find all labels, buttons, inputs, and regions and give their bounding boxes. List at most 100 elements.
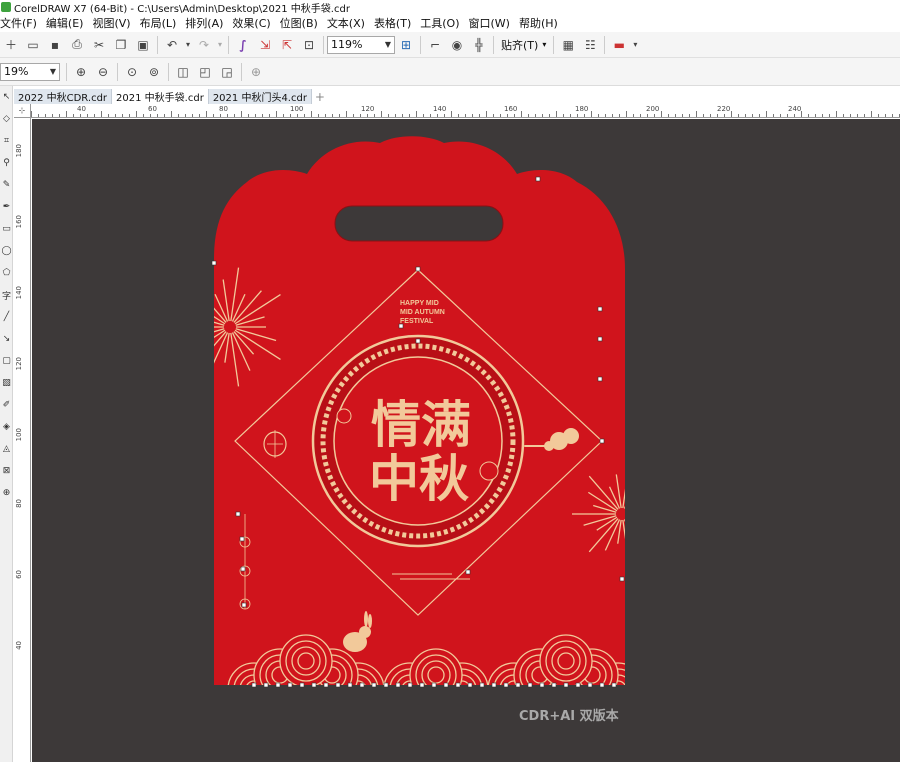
selection-node[interactable] (287, 682, 293, 688)
selection-node[interactable] (479, 682, 485, 688)
redo-dropdown-icon[interactable]: ▾ (215, 34, 225, 56)
selection-node[interactable] (465, 569, 471, 575)
menu-table[interactable]: 表格(T) (374, 15, 420, 31)
rectangle-tool-icon[interactable]: ▭ (0, 218, 13, 240)
selection-node[interactable] (455, 682, 461, 688)
selection-node[interactable] (359, 682, 365, 688)
undo-dropdown-icon[interactable]: ▾ (183, 34, 193, 56)
selection-node[interactable] (539, 682, 545, 688)
menu-file[interactable]: 文件(F) (0, 15, 46, 31)
selection-node[interactable] (335, 682, 341, 688)
save-icon[interactable]: ▪ (44, 34, 66, 56)
selection-node[interactable] (347, 682, 353, 688)
menu-tools[interactable]: 工具(O) (420, 15, 468, 31)
print-icon[interactable]: ⎙ (66, 34, 88, 56)
drawing-canvas[interactable]: HAPPY MID MID AUTUMN FESTIVAL 情满 中秋 CDR+… (32, 119, 900, 762)
selection-node[interactable] (599, 682, 605, 688)
zoom-to-selected-icon[interactable]: ⊙ (121, 61, 143, 83)
full-screen-icon[interactable]: ⊞ (395, 34, 417, 56)
selection-node[interactable] (467, 682, 473, 688)
selection-node[interactable] (311, 682, 317, 688)
tab-2022-mid-autumn-cdr[interactable]: 2022 中秋CDR.cdr (14, 89, 113, 104)
selection-node[interactable] (239, 536, 245, 542)
selection-node[interactable] (371, 682, 377, 688)
menu-effects[interactable]: 效果(C) (232, 15, 279, 31)
selection-node[interactable] (611, 682, 617, 688)
selection-node[interactable] (599, 438, 605, 444)
artistic-media-icon[interactable]: ✒ (0, 196, 13, 218)
bag-design[interactable]: HAPPY MID MID AUTUMN FESTIVAL 情满 中秋 (32, 119, 900, 762)
zoom-out-icon[interactable]: ⊖ (92, 61, 114, 83)
add-icon[interactable]: ⊕ (245, 61, 267, 83)
show-rulers-icon[interactable]: ⌐ (424, 34, 446, 56)
selection-node[interactable] (211, 260, 217, 266)
selection-node[interactable] (323, 682, 329, 688)
selection-node[interactable] (398, 323, 404, 329)
pick-tool-icon[interactable]: ↖ (0, 86, 13, 108)
publish-pdf-icon[interactable]: ⊡ (298, 34, 320, 56)
smart-fill-icon[interactable]: ◬ (0, 438, 13, 460)
shape-tool-icon[interactable]: ◇ (0, 108, 13, 130)
cut-icon[interactable]: ✂ (88, 34, 110, 56)
selection-node[interactable] (597, 306, 603, 312)
selection-node[interactable] (299, 682, 305, 688)
launcher-dropdown-icon[interactable]: ▾ (630, 34, 640, 56)
transparency-icon[interactable]: ▧ (0, 372, 13, 394)
interactive-fill-icon[interactable]: ◈ (0, 416, 13, 438)
selection-node[interactable] (415, 338, 421, 344)
search-content-icon[interactable]: ∫ (232, 34, 254, 56)
selection-node[interactable] (407, 682, 413, 688)
menu-bitmaps[interactable]: 位图(B) (280, 15, 327, 31)
zoom-to-all-objects-icon[interactable]: ⊚ (143, 61, 165, 83)
color-eyedropper-icon[interactable]: ✐ (0, 394, 13, 416)
import-icon[interactable]: ⇲ (254, 34, 276, 56)
selection-node[interactable] (587, 682, 593, 688)
vertical-ruler[interactable]: 180 160 140 120 100 80 60 40 (14, 118, 31, 762)
selection-node[interactable] (235, 511, 241, 517)
selection-node[interactable] (443, 682, 449, 688)
zoom-level-combo[interactable]: 119% ▼ (327, 35, 395, 54)
text-tool-icon[interactable]: 字 (0, 284, 13, 306)
zoom-to-page-height-icon[interactable]: ◲ (216, 61, 238, 83)
zoom-to-page-icon[interactable]: ◫ (172, 61, 194, 83)
zoom-tool-icon[interactable]: ⚲ (0, 152, 13, 174)
menu-help[interactable]: 帮助(H) (519, 15, 567, 31)
selection-node[interactable] (563, 682, 569, 688)
zoom-in-icon[interactable]: ⊕ (70, 61, 92, 83)
selection-node[interactable] (597, 336, 603, 342)
selection-node[interactable] (503, 682, 509, 688)
selection-node[interactable] (535, 176, 541, 182)
selection-node[interactable] (263, 682, 269, 688)
selection-node[interactable] (515, 682, 521, 688)
zoom-levels-combo[interactable]: 19% ▼ (0, 62, 60, 81)
export-icon[interactable]: ⇱ (276, 34, 298, 56)
horizontal-ruler[interactable]: 40 60 80 100 120 140 160 180 200 220 240 (31, 104, 900, 118)
menu-view[interactable]: 视图(V) (92, 15, 139, 31)
menu-layout[interactable]: 布局(L) (140, 15, 186, 31)
ellipse-tool-icon[interactable]: ◯ (0, 240, 13, 262)
menu-text[interactable]: 文本(X) (327, 15, 374, 31)
open-icon[interactable]: ▭ (22, 34, 44, 56)
selection-node[interactable] (491, 682, 497, 688)
new-document-icon[interactable]: ＋ (0, 34, 22, 56)
selection-node[interactable] (240, 566, 246, 572)
snap-to-dropdown[interactable]: 贴齐(T) ▾ (497, 37, 550, 53)
undo-icon[interactable]: ↶ (161, 34, 183, 56)
options-icon[interactable]: ☷ (579, 34, 601, 56)
menu-edit[interactable]: 编辑(E) (46, 15, 93, 31)
application-launcher-icon[interactable]: ▬ (608, 34, 630, 56)
selection-node[interactable] (415, 266, 421, 272)
connector-tool-icon[interactable]: ↘ (0, 328, 13, 350)
add-tool-icon[interactable]: ⊕ (0, 482, 13, 504)
crop-tool-icon[interactable]: ⌗ (0, 130, 13, 152)
selection-node[interactable] (251, 682, 257, 688)
selection-node[interactable] (619, 576, 625, 582)
menu-window[interactable]: 窗口(W) (469, 15, 519, 31)
selection-node[interactable] (431, 682, 437, 688)
redo-icon[interactable]: ↷ (193, 34, 215, 56)
new-tab-icon[interactable]: + (312, 89, 328, 104)
zoom-to-page-width-icon[interactable]: ◰ (194, 61, 216, 83)
show-grid-icon[interactable]: ◉ (446, 34, 468, 56)
selection-node[interactable] (597, 376, 603, 382)
selection-node[interactable] (527, 682, 533, 688)
